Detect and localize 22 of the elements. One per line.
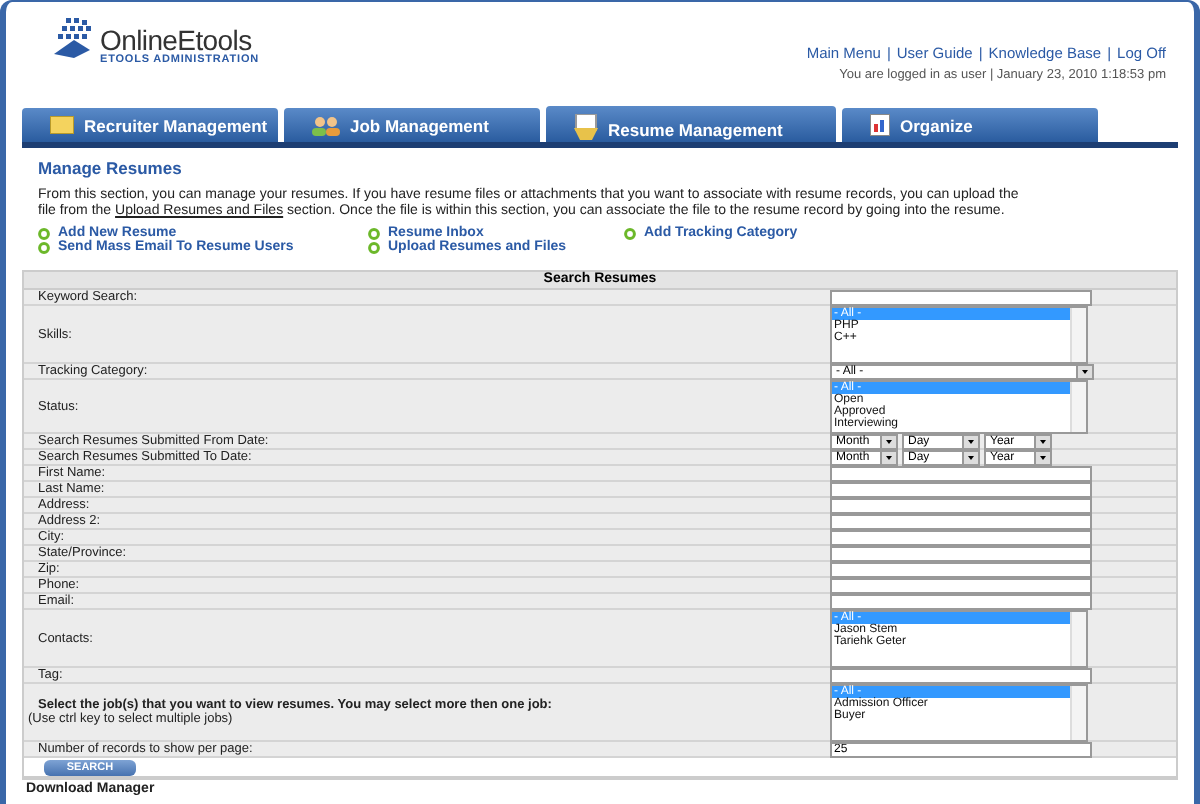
people-icon [312,115,340,135]
scrollbar[interactable] [1070,611,1086,665]
folder-icon [50,116,74,134]
dropdown-arrow-icon[interactable] [962,435,978,447]
dropdown-arrow-icon[interactable] [962,451,978,463]
logo-name: OnlineEtools [100,26,252,54]
nav-tab[interactable]: Organize [842,108,1098,142]
page-title: Manage Resumes [38,158,184,178]
scrollbar[interactable] [1070,685,1086,739]
scrollbar[interactable] [1070,307,1086,361]
dropdown-arrow-icon[interactable] [880,435,896,447]
dropdown-arrow-icon[interactable] [1034,435,1050,447]
document-icon [574,114,598,140]
dropdown-arrow-icon[interactable] [880,451,896,463]
dropdown-arrow-icon[interactable] [1076,365,1092,377]
nav-tab[interactable]: Job Management [284,108,540,142]
chart-icon [870,114,890,136]
nav-tab[interactable]: Resume Management [546,106,836,142]
dropdown-arrow-icon[interactable] [1034,451,1050,463]
nav-tab[interactable]: Recruiter Management [22,108,278,142]
bullet-icon [624,228,636,241]
scrollbar[interactable] [1070,381,1086,431]
